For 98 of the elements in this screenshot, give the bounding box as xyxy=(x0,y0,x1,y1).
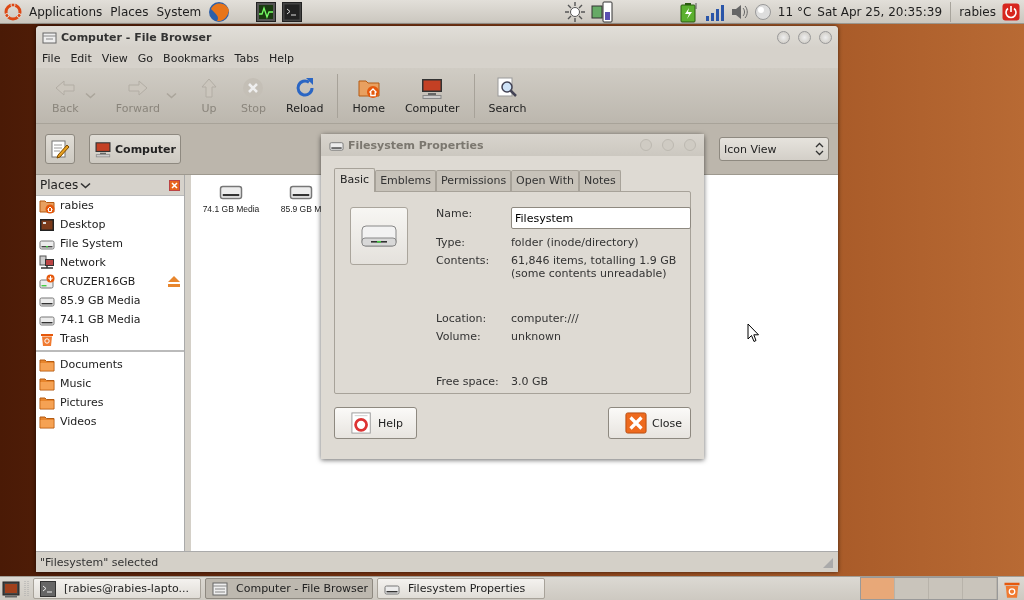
file-label[interactable]: 74.1 GB Media xyxy=(202,204,260,214)
sidebar-item[interactable]: Videos xyxy=(60,415,181,428)
chevron-down-icon[interactable] xyxy=(80,181,92,189)
menu-item[interactable]: Bookmarks xyxy=(163,51,225,65)
terminal-icon[interactable] xyxy=(282,1,303,22)
folder-icon xyxy=(39,375,55,392)
folder-icon xyxy=(39,356,55,373)
tab[interactable]: Notes xyxy=(578,170,621,191)
close-icon[interactable] xyxy=(169,179,180,191)
field-label: Contents: xyxy=(436,254,491,269)
sidebar-item[interactable]: Music xyxy=(60,377,181,390)
sidebar-item[interactable]: Desktop xyxy=(60,218,181,231)
mouse-pointer-icon xyxy=(747,323,760,343)
show-desktop-icon[interactable] xyxy=(2,579,20,598)
home-folder-icon xyxy=(39,197,55,214)
menu-item[interactable]: Tabs xyxy=(234,51,259,65)
taskbar-button[interactable]: [rabies@rabies-lapto... xyxy=(33,578,201,599)
location-button[interactable]: Computer xyxy=(89,134,181,164)
menu-item[interactable]: Help xyxy=(268,51,294,65)
lifebuoy-icon xyxy=(351,411,373,435)
dialog-title: Filesystem Properties xyxy=(348,138,485,152)
maximize-button[interactable] xyxy=(798,30,811,44)
sun-icon[interactable] xyxy=(564,1,585,22)
field-label: Location: xyxy=(436,312,488,325)
signal-bars-icon[interactable] xyxy=(704,2,725,21)
weather-icon[interactable] xyxy=(753,2,772,21)
close-button[interactable] xyxy=(819,30,832,44)
name-field[interactable]: Filesystem xyxy=(511,207,691,229)
window-icon xyxy=(212,580,228,597)
toolbar-button[interactable]: Home xyxy=(342,76,395,115)
drag-handle-icon[interactable] xyxy=(24,578,29,599)
view-selector[interactable]: Icon View xyxy=(719,137,829,161)
desktop-icon xyxy=(39,216,55,233)
toolbar-button[interactable]: Reload xyxy=(276,76,334,115)
field-value: unknown xyxy=(511,330,562,343)
tab[interactable]: Emblems xyxy=(375,170,437,191)
toolbar-button[interactable]: Computer xyxy=(394,76,470,115)
sidebar-item[interactable]: 74.1 GB Media xyxy=(60,313,181,326)
sidebar-item[interactable]: Network xyxy=(60,256,181,269)
temperature-label[interactable]: 11 °C xyxy=(777,4,812,19)
menu-item[interactable]: View xyxy=(101,51,128,65)
clock-label[interactable]: Sat Apr 25, 20:35:39 xyxy=(817,4,943,19)
folder-icon xyxy=(39,394,55,411)
close-icon xyxy=(625,411,647,435)
menu-item[interactable]: Go xyxy=(137,51,154,65)
sidebar-item[interactable]: Documents xyxy=(60,358,181,371)
battery-icon[interactable] xyxy=(590,0,613,23)
panel-menu[interactable]: Applications xyxy=(28,2,104,21)
drive-icon-button[interactable] xyxy=(350,207,408,265)
field-label: Free space: xyxy=(436,375,500,388)
battery-charging-icon[interactable] xyxy=(678,0,699,23)
panel-menu[interactable]: Places xyxy=(109,2,150,21)
sidebar-title[interactable]: Places xyxy=(40,178,79,192)
window-icon xyxy=(42,29,57,45)
ubuntu-logo-icon[interactable] xyxy=(4,2,22,21)
close-dialog-button[interactable]: Close xyxy=(608,407,691,439)
edit-location-button[interactable] xyxy=(45,134,75,164)
pencil-document-icon xyxy=(50,139,70,159)
sidebar-item[interactable]: CRUZER16GB xyxy=(60,275,162,288)
field-label: Type: xyxy=(436,236,466,249)
usb-drive-icon xyxy=(39,273,55,290)
user-menu[interactable]: rabies xyxy=(959,4,996,19)
system-monitor-icon[interactable] xyxy=(256,1,277,22)
taskbar-button[interactable]: Filesystem Properties xyxy=(377,578,545,599)
tab[interactable]: Open With xyxy=(511,170,579,191)
field-label: Name: xyxy=(436,207,474,222)
status-text: "Filesystem" selected xyxy=(40,555,159,569)
network-icon xyxy=(39,254,55,271)
sidebar-item[interactable]: Trash xyxy=(60,332,181,345)
panel-menu[interactable]: System xyxy=(155,2,203,21)
up-down-arrows-icon xyxy=(815,142,824,156)
sidebar-item[interactable]: 85.9 GB Media xyxy=(60,294,181,307)
toolbar-button[interactable]: Search xyxy=(478,76,537,115)
tab[interactable]: Basic xyxy=(334,168,376,192)
field-value: 3.0 GB xyxy=(511,375,550,388)
computer-icon xyxy=(94,140,112,158)
field-value: folder (inode/directory) xyxy=(511,236,640,249)
field-label: Volume: xyxy=(436,330,482,343)
menu-item[interactable]: Edit xyxy=(70,51,92,65)
folder-icon xyxy=(39,413,55,430)
window-title: Computer - File Browser xyxy=(61,30,213,44)
speaker-icon[interactable] xyxy=(730,2,748,21)
sidebar-item[interactable]: Pictures xyxy=(60,396,181,409)
computer-icon xyxy=(420,76,445,100)
field-value: 61,846 items, totalling 1.9 GB (some contents unreadable) xyxy=(511,254,678,280)
globe-icon[interactable] xyxy=(208,0,231,23)
sidebar-item[interactable]: File System xyxy=(60,237,181,250)
help-button[interactable]: Help xyxy=(334,407,417,439)
field-value: computer:/// xyxy=(511,312,580,325)
terminal-icon xyxy=(40,580,56,597)
power-icon[interactable] xyxy=(1002,2,1020,21)
sidebar-item[interactable]: rabies xyxy=(60,199,181,212)
menu-item[interactable]: File xyxy=(42,51,61,65)
file-label[interactable]: 85.9 GB M xyxy=(280,204,322,214)
tab[interactable]: Permissions xyxy=(436,170,512,191)
eject-icon[interactable] xyxy=(167,275,181,288)
taskbar-button[interactable]: Computer - File Browser xyxy=(205,578,373,599)
minimize-button[interactable] xyxy=(777,30,790,44)
